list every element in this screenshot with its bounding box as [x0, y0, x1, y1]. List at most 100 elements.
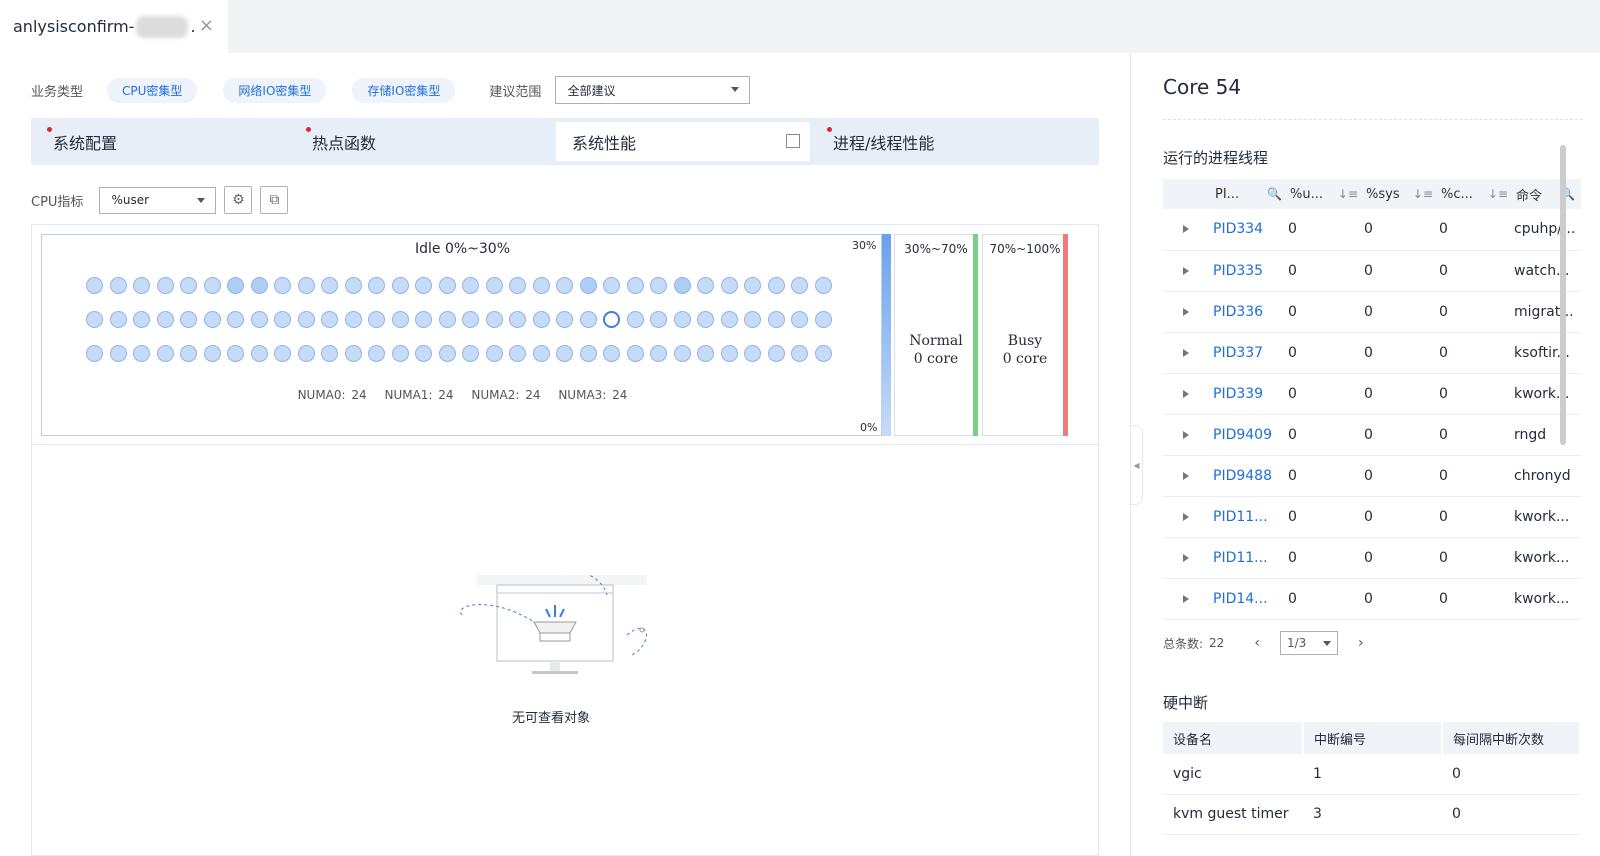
table-row[interactable]: PID336 0 0 0 migrat... — [1163, 291, 1581, 333]
sort-icon[interactable]: ↓≡ — [1488, 187, 1508, 201]
pid-link[interactable]: PID334 — [1213, 209, 1288, 251]
scope-select[interactable]: 全部建议 — [555, 76, 751, 104]
core-cell[interactable] — [180, 311, 197, 328]
core-cell[interactable] — [532, 311, 550, 328]
core-cell[interactable] — [462, 345, 479, 362]
pid-link[interactable]: PID9488 — [1213, 455, 1288, 497]
pid-link[interactable]: PID9409 — [1213, 414, 1288, 456]
core-cell[interactable] — [203, 311, 221, 328]
core-cell[interactable] — [109, 345, 127, 362]
core-cell[interactable] — [744, 277, 761, 294]
core-cell[interactable] — [109, 277, 127, 294]
core-cell[interactable] — [603, 345, 620, 362]
core-cell[interactable] — [767, 311, 785, 328]
core-cell[interactable] — [509, 277, 526, 294]
col-command[interactable]: 命令 🔍 — [1514, 179, 1581, 209]
expand-toggle[interactable] — [1163, 250, 1213, 292]
expand-toggle[interactable] — [1163, 578, 1213, 620]
core-cell[interactable] — [133, 277, 150, 294]
chip-cpu[interactable]: CPU密集型 — [107, 77, 198, 103]
core-cell[interactable] — [415, 277, 432, 294]
core-cell[interactable] — [650, 311, 667, 328]
table-row[interactable]: PID9409 0 0 0 rngd — [1163, 414, 1581, 456]
core-cell[interactable] — [650, 345, 667, 362]
core-cell[interactable] — [603, 311, 620, 328]
core-cell[interactable] — [720, 311, 738, 328]
core-cell[interactable] — [344, 277, 362, 294]
col-pid[interactable]: PI... 🔍 — [1213, 179, 1288, 209]
core-cell[interactable] — [556, 311, 573, 328]
core-cell[interactable] — [438, 277, 456, 294]
core-cell[interactable] — [297, 345, 315, 362]
core-cell[interactable] — [791, 277, 808, 294]
pid-link[interactable]: PID337 — [1213, 332, 1288, 374]
tab-analysis[interactable]: anlysisconfirm- . × — [0, 0, 228, 53]
core-cell[interactable] — [673, 277, 691, 294]
core-cell[interactable] — [250, 311, 268, 328]
chip-network-io[interactable]: 网络IO密集型 — [223, 77, 327, 103]
pid-link[interactable]: PID14... — [1213, 578, 1288, 620]
table-row[interactable]: PID334 0 0 0 cpuhp/... — [1163, 209, 1581, 251]
core-cell[interactable] — [156, 277, 174, 294]
core-cell[interactable] — [720, 277, 738, 294]
sort-icon[interactable]: ↓≡ — [1413, 187, 1433, 201]
core-cell[interactable] — [697, 345, 714, 362]
core-cell[interactable] — [791, 345, 808, 362]
table-row[interactable]: PID11... 0 0 0 kwork... — [1163, 537, 1581, 579]
expand-toggle[interactable] — [1163, 373, 1213, 415]
core-cell[interactable] — [391, 311, 409, 328]
table-scrollbar[interactable] — [1560, 145, 1566, 445]
table-row[interactable]: PID9488 0 0 0 chronyd — [1163, 455, 1581, 497]
pid-link[interactable]: PID11... — [1213, 537, 1288, 579]
core-cell[interactable] — [791, 311, 808, 328]
tab-process-thread[interactable]: 进程/线程性能 — [827, 122, 934, 161]
tab-system-config[interactable]: 系统配置 — [47, 122, 117, 161]
core-cell[interactable] — [532, 345, 550, 362]
core-cell[interactable] — [650, 277, 667, 294]
core-cell[interactable] — [509, 311, 526, 328]
core-cell[interactable] — [814, 311, 832, 328]
core-cell[interactable] — [579, 345, 597, 362]
core-cell[interactable] — [391, 277, 409, 294]
core-cell[interactable] — [344, 345, 362, 362]
cpu-metric-select[interactable]: %user — [99, 186, 217, 214]
col-sys[interactable]: %sys ↓≡ — [1364, 179, 1439, 209]
core-cell[interactable] — [297, 311, 315, 328]
core-cell[interactable] — [673, 311, 691, 328]
table-row[interactable]: PID11... 0 0 0 kwork... — [1163, 496, 1581, 538]
pid-link[interactable]: PID336 — [1213, 291, 1288, 333]
core-cell[interactable] — [180, 345, 197, 362]
core-cell[interactable] — [462, 277, 479, 294]
core-cell[interactable] — [744, 311, 761, 328]
core-cell[interactable] — [720, 345, 738, 362]
core-cell[interactable] — [250, 345, 268, 362]
col-user[interactable]: %u... ↓≡ — [1288, 179, 1364, 209]
search-icon[interactable]: 🔍 — [1267, 187, 1282, 201]
core-cell[interactable] — [203, 277, 221, 294]
core-cell[interactable] — [86, 311, 103, 328]
core-cell[interactable] — [485, 277, 503, 294]
core-cell[interactable] — [697, 277, 714, 294]
expand-toggle[interactable] — [1163, 332, 1213, 374]
core-cell[interactable] — [274, 345, 291, 362]
table-row[interactable]: PID339 0 0 0 kwork... — [1163, 373, 1581, 415]
core-cell[interactable] — [274, 277, 291, 294]
core-cell[interactable] — [297, 277, 315, 294]
core-cell[interactable] — [485, 345, 503, 362]
core-cell[interactable] — [462, 311, 479, 328]
table-row[interactable]: PID335 0 0 0 watch... — [1163, 250, 1581, 292]
core-cell[interactable] — [250, 277, 268, 294]
core-cell[interactable] — [415, 311, 432, 328]
core-cell[interactable] — [368, 345, 385, 362]
core-cell[interactable] — [391, 345, 409, 362]
core-cell[interactable] — [814, 277, 832, 294]
core-cell[interactable] — [368, 277, 385, 294]
pid-link[interactable]: PID11... — [1213, 496, 1288, 538]
core-cell[interactable] — [274, 311, 291, 328]
core-cell[interactable] — [509, 345, 526, 362]
expand-toggle[interactable] — [1163, 414, 1213, 456]
chip-storage-io[interactable]: 存储IO密集型 — [352, 77, 456, 103]
core-cell[interactable] — [180, 277, 197, 294]
core-cell[interactable] — [438, 311, 456, 328]
core-cell[interactable] — [556, 345, 573, 362]
